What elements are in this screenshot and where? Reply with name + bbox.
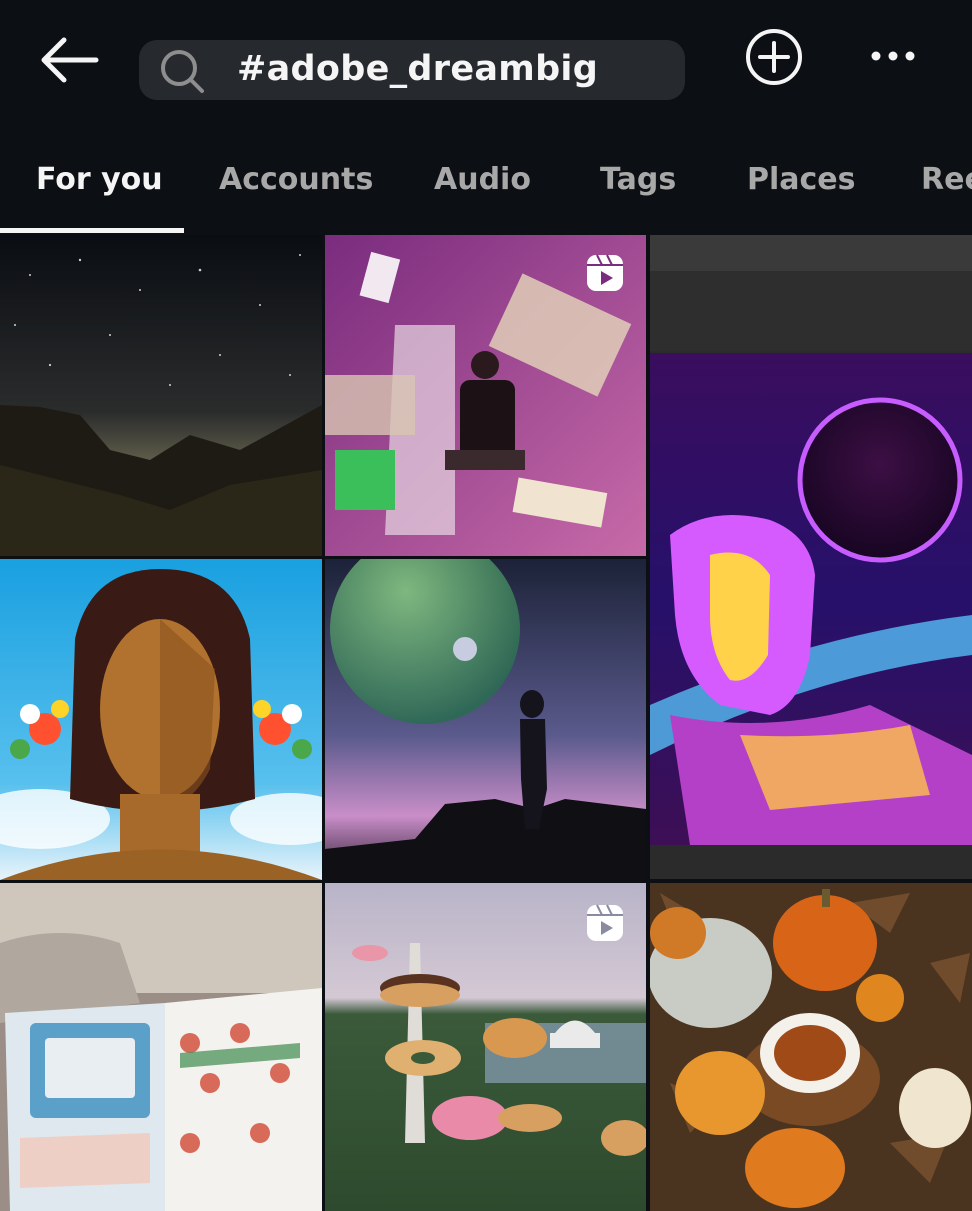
more-horizontal-icon [871,51,915,61]
tab-reels[interactable]: Reels [921,162,972,197]
plus-circle-icon [746,29,802,85]
tab-tags[interactable]: Tags [600,162,676,197]
top-bar: #adobe_dreambig [0,0,972,130]
tab-accounts[interactable]: Accounts [219,162,373,197]
grid-post-neon-statue[interactable] [650,235,972,879]
grid-post-starry-mountains[interactable] [0,235,322,556]
arrow-left-icon [41,37,99,83]
search-input[interactable]: #adobe_dreambig [139,40,685,100]
tab-places[interactable]: Places [747,162,856,197]
grid-post-woman-portrait[interactable] [0,559,322,880]
add-button[interactable] [744,27,804,87]
reels-icon [587,254,623,291]
reels-icon [587,904,623,941]
back-button[interactable] [36,34,102,86]
search-tabs: For you Accounts Audio Tags Places Reels [0,148,972,236]
search-query-text: #adobe_dreambig [237,49,599,89]
tab-audio[interactable]: Audio [434,162,531,197]
post-image [0,559,322,880]
search-icon [161,50,204,93]
active-tab-indicator [0,228,184,233]
tab-for-you[interactable]: For you [36,162,163,197]
grid-post-silhouette-planet[interactable] [325,559,646,880]
post-image [650,883,972,1211]
grid-post-donuts-city[interactable] [325,883,646,1211]
explore-grid [0,235,972,1211]
post-image [325,559,646,880]
more-options-button[interactable] [866,40,920,72]
grid-post-money-stairs[interactable] [325,235,646,556]
post-image [0,883,322,1211]
grid-post-safety-card[interactable] [0,883,322,1211]
grid-post-pumpkins-tea[interactable] [650,883,972,1211]
post-image [650,235,972,879]
post-image [0,235,322,556]
